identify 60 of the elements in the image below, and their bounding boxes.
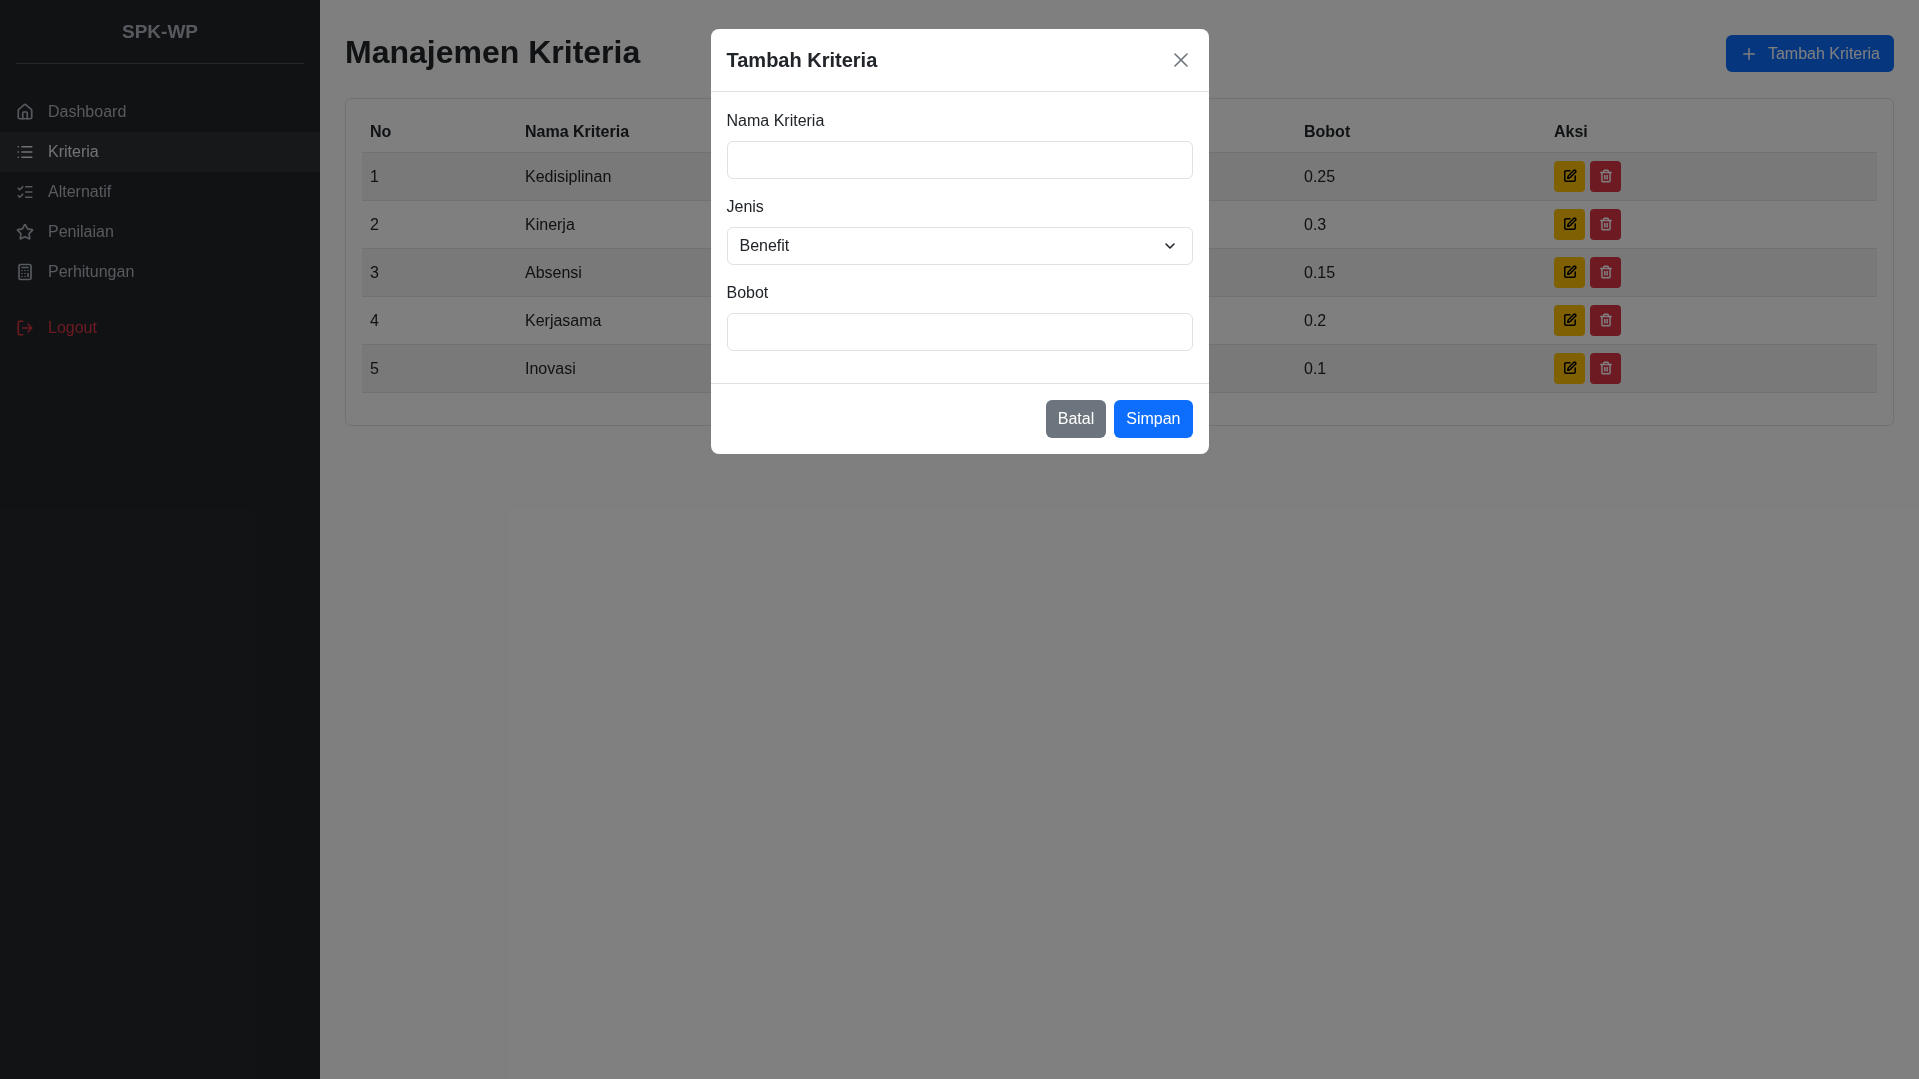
logout-link[interactable]: Logout bbox=[0, 307, 320, 348]
table-cell: 2 bbox=[362, 200, 517, 248]
table-cell: Inovasi bbox=[525, 359, 576, 377]
table-cell: 5 bbox=[362, 344, 517, 392]
trash-icon bbox=[1598, 265, 1613, 279]
field-label: Jenis bbox=[726, 197, 765, 217]
table-cell: 4 bbox=[362, 296, 517, 344]
delete-button[interactable] bbox=[1590, 304, 1621, 336]
table-cell: Kinerja bbox=[525, 215, 575, 233]
delete-button[interactable] bbox=[1590, 352, 1621, 384]
edit-icon bbox=[1562, 169, 1577, 183]
table-cell: 1 bbox=[362, 152, 517, 200]
table-cell: 3 bbox=[362, 248, 517, 296]
delete-button[interactable] bbox=[1590, 160, 1621, 192]
edit-button[interactable] bbox=[1554, 208, 1585, 240]
add-criteria-button[interactable]: Tambah Kriteria bbox=[1725, 35, 1894, 72]
sidebar-item[interactable]: Kriteria bbox=[0, 131, 320, 172]
input-field[interactable] bbox=[726, 141, 1193, 179]
sidebar-item[interactable]: Dashboard bbox=[0, 91, 320, 132]
column-header: No bbox=[370, 123, 392, 141]
field-label: Bobot bbox=[726, 283, 770, 303]
trash-icon bbox=[1598, 361, 1613, 375]
table-cell: 0.25 bbox=[1296, 152, 1546, 200]
edit-button[interactable] bbox=[1554, 256, 1585, 288]
select-field[interactable]: Benefit bbox=[726, 227, 1193, 265]
column-header: Bobot bbox=[1304, 123, 1351, 141]
edit-icon bbox=[1562, 361, 1577, 375]
edit-button[interactable] bbox=[1554, 304, 1585, 336]
column-header: Aksi bbox=[1554, 123, 1588, 141]
table-cell: 0.2 bbox=[1296, 296, 1546, 344]
table-cell: 0.15 bbox=[1296, 248, 1546, 296]
page-title: Manajemen Kriteria bbox=[345, 33, 641, 72]
edit-button[interactable] bbox=[1554, 352, 1585, 384]
edit-button[interactable] bbox=[1554, 160, 1585, 192]
trash-icon bbox=[1598, 169, 1613, 183]
trash-icon bbox=[1598, 313, 1613, 327]
sidebar-item[interactable]: Penilaian bbox=[0, 211, 320, 252]
table-cell: 0.3 bbox=[1296, 200, 1546, 248]
field-label: Nama Kriteria bbox=[726, 111, 826, 131]
modal-title: Tambah Kriteria bbox=[726, 48, 878, 73]
edit-icon bbox=[1562, 265, 1577, 279]
trash-icon bbox=[1598, 217, 1613, 231]
star-icon bbox=[16, 222, 34, 241]
sidebar-item[interactable]: Perhitungan bbox=[0, 251, 320, 292]
edit-icon bbox=[1562, 217, 1577, 231]
table-cell: Kedisiplinan bbox=[525, 167, 612, 185]
brand-title: SPK-WP bbox=[16, 0, 304, 64]
edit-icon bbox=[1562, 313, 1577, 327]
input-field[interactable] bbox=[726, 313, 1193, 351]
save-button[interactable]: Simpan bbox=[1114, 400, 1193, 438]
cancel-button[interactable]: Batal bbox=[1045, 400, 1107, 438]
delete-button[interactable] bbox=[1590, 256, 1621, 288]
table-cell: Absensi bbox=[525, 263, 582, 281]
logout-icon bbox=[16, 318, 34, 337]
table-cell: 0.1 bbox=[1296, 344, 1546, 392]
column-header: Nama Kriteria bbox=[525, 123, 630, 141]
house-icon bbox=[16, 102, 34, 121]
delete-button[interactable] bbox=[1590, 208, 1621, 240]
table-cell: Kerjasama bbox=[525, 311, 602, 329]
calculator-icon bbox=[16, 262, 34, 281]
